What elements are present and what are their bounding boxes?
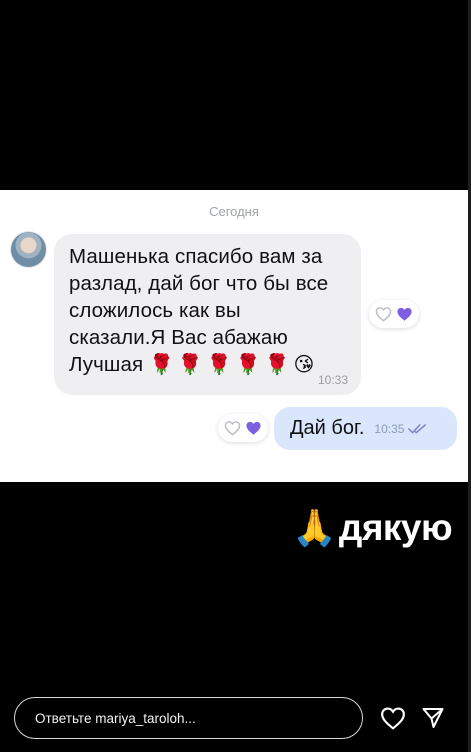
reply-input[interactable]: Ответьте mariya_taroloh... (14, 697, 363, 739)
story-viewer: Сегодня Машенька спасибо вам за разлад, … (0, 0, 471, 752)
like-button[interactable] (379, 704, 407, 732)
heart-outline-icon (381, 707, 405, 730)
outgoing-message-time: 10:35 (374, 421, 405, 436)
outgoing-reaction-pill (218, 414, 268, 442)
read-ticks-icon (408, 423, 427, 433)
avatar (11, 232, 46, 267)
outgoing-message-bubble: Дай бог. 10:35 (274, 407, 457, 450)
share-button[interactable] (419, 704, 447, 732)
outgoing-message-text: Дай бог. (290, 417, 365, 439)
chat-date-label: Сегодня (209, 204, 259, 219)
praying-hands-emoji: 🙏 (292, 507, 337, 548)
incoming-reaction-pill (369, 300, 419, 328)
heart-filled-icon (246, 421, 261, 435)
incoming-message-bubble: Машенька спасибо вам за разлад, дай бог … (54, 234, 361, 395)
story-caption: 🙏 дякую (292, 504, 453, 552)
paper-plane-icon (422, 708, 444, 728)
heart-filled-icon (397, 307, 412, 321)
roses-emoji: 🌹🌹🌹🌹🌹 (148, 354, 294, 377)
kiss-emoji: 😘 (293, 354, 319, 377)
incoming-message-text: Машенька спасибо вам за разлад, дай бог … (69, 243, 347, 379)
chat-screenshot: Сегодня Машенька спасибо вам за разлад, … (0, 190, 468, 482)
caption-text: дякую (338, 507, 453, 548)
heart-outline-icon (375, 307, 392, 322)
heart-outline-icon (224, 421, 241, 436)
reply-placeholder: Ответьте mariya_taroloh... (35, 710, 196, 726)
incoming-message-time: 10:33 (317, 373, 348, 387)
